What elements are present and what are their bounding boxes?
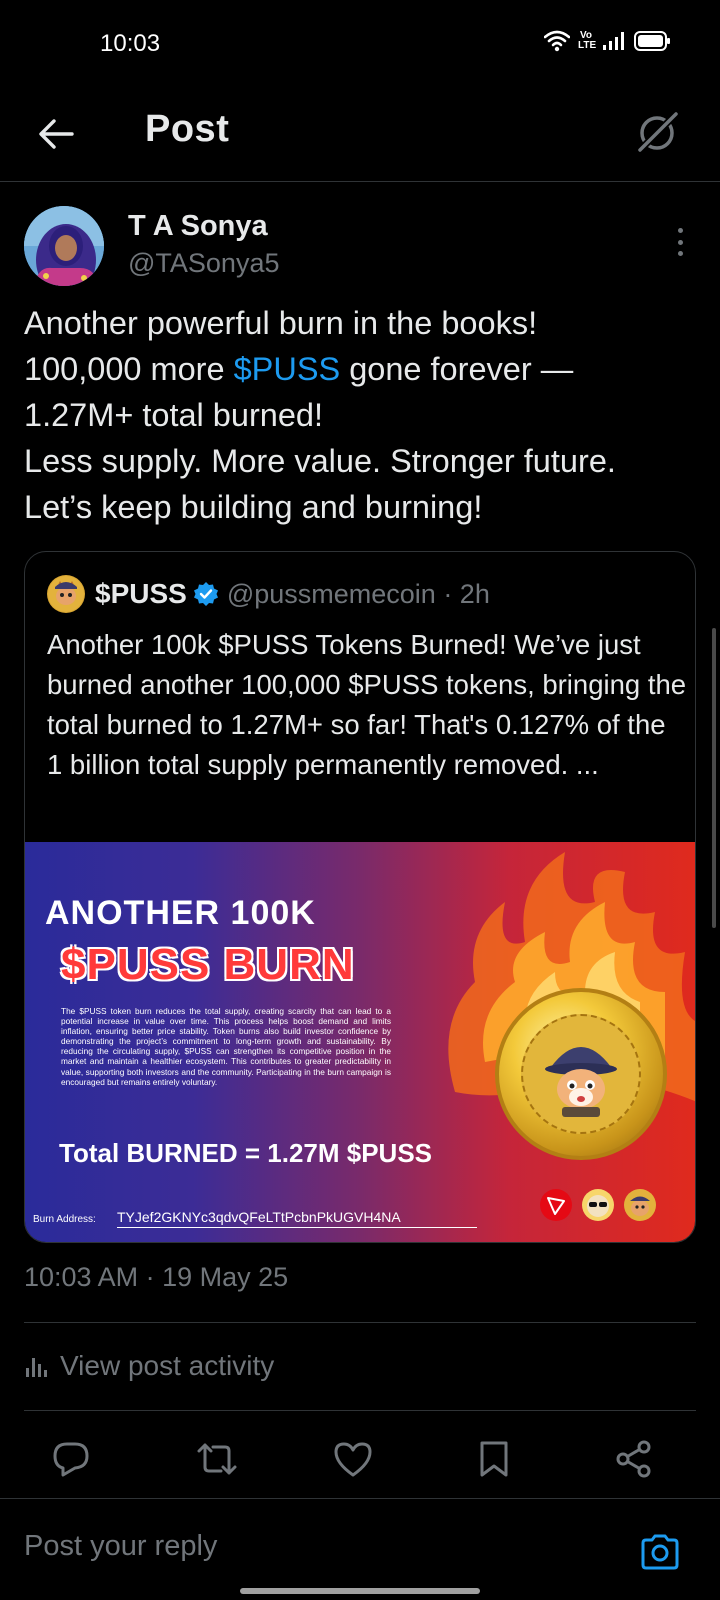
- page-title: Post: [145, 108, 230, 150]
- sunglasses-logo-icon: [582, 1189, 614, 1221]
- divider: [24, 1410, 696, 1411]
- tron-logo-icon: [540, 1189, 572, 1221]
- action-bar: [0, 1435, 720, 1491]
- share-button[interactable]: [610, 1435, 658, 1483]
- more-options-button[interactable]: [668, 224, 692, 260]
- puss-logo-icon: [624, 1189, 656, 1221]
- post-text-line: 1.27M+ total burned!: [24, 397, 324, 433]
- cat-mascot-icon: [545, 1047, 617, 1117]
- banner-address: TYJef2GKNYc3qdvQFeLTtPcbnPkUGVH4NA: [117, 1209, 477, 1228]
- quote-avatar: [47, 575, 85, 613]
- divider: [24, 1322, 696, 1323]
- post-text-line: Let’s keep building and burning!: [24, 489, 483, 525]
- volte-label: Vo LTE: [578, 30, 597, 51]
- cat-avatar-icon: [48, 576, 84, 612]
- banner-total: Total BURNED = 1.27M $PUSS: [59, 1138, 433, 1168]
- author-handle[interactable]: @TASonya5: [128, 248, 279, 279]
- status-bar: 10:03 Vo LTE: [0, 0, 720, 90]
- divider: [0, 1498, 720, 1499]
- post-timestamp: 10:03 AM · 19 May 25: [24, 1262, 289, 1292]
- battery-icon: [634, 31, 670, 51]
- coin-graphic: [495, 988, 667, 1160]
- banner-subtitle: $PUSS BURN: [61, 940, 355, 989]
- reply-button[interactable]: [47, 1435, 95, 1483]
- signal-icon: [603, 32, 624, 50]
- banner-title: ANOTHER 100K: [45, 894, 316, 932]
- wifi-icon: [544, 30, 570, 52]
- like-button[interactable]: [329, 1435, 377, 1483]
- cashtag-link[interactable]: $PUSS: [234, 351, 341, 387]
- quote-handle-time: @pussmemecoin · 2h: [226, 578, 490, 609]
- partner-logos: [539, 1188, 657, 1222]
- post-author: T A Sonya @TASonya5: [24, 206, 696, 290]
- like-icon: [334, 1442, 372, 1477]
- post-text-line: 100,000 more $PUSS gone forever —: [24, 351, 574, 387]
- quote-text: Another 100k $PUSS Tokens Burned! We’ve …: [47, 629, 687, 780]
- author-name[interactable]: T A Sonya: [128, 210, 268, 243]
- camera-icon: [641, 1534, 679, 1570]
- verified-badge-icon: [193, 582, 218, 606]
- back-arrow-icon: [39, 119, 74, 149]
- home-indicator[interactable]: [240, 1588, 480, 1594]
- view-post-activity-link[interactable]: View post activity: [24, 1350, 274, 1382]
- bar-chart-icon: [26, 1358, 47, 1377]
- post-text-line: Another powerful burn in the books!: [24, 305, 538, 341]
- quote-author-name: $PUSS: [95, 578, 187, 609]
- camera-button[interactable]: [636, 1528, 684, 1576]
- status-icons: Vo LTE: [544, 30, 672, 52]
- reply-icon: [53, 1442, 89, 1477]
- grok-button[interactable]: [632, 108, 682, 158]
- repost-button[interactable]: [193, 1435, 241, 1483]
- quote-media-image[interactable]: ANOTHER 100K $PUSS BURN The $PUSS token …: [25, 842, 695, 1242]
- repost-icon: [197, 1443, 237, 1475]
- bookmark-button[interactable]: [470, 1435, 518, 1483]
- scrollbar[interactable]: [712, 628, 716, 928]
- top-app-bar: Post: [0, 90, 720, 182]
- grok-icon: [635, 111, 679, 155]
- back-button[interactable]: [34, 112, 78, 156]
- post-text: Another powerful burn in the books! 100,…: [24, 300, 704, 530]
- quoted-post-header: $PUSS @pussmemecoin · 2h: [47, 574, 490, 614]
- bookmark-icon: [480, 1441, 508, 1477]
- avatar-image: [24, 206, 104, 286]
- status-time: 10:03: [100, 30, 161, 57]
- post-text-line: Less supply. More value. Stronger future…: [24, 443, 616, 479]
- quoted-post[interactable]: $PUSS @pussmemecoin · 2h Another 100k $P…: [24, 551, 696, 1243]
- avatar[interactable]: [24, 206, 104, 286]
- banner-body: The $PUSS token burn reduces the total s…: [61, 1006, 391, 1087]
- banner-address-label: Burn Address:: [33, 1214, 96, 1225]
- reply-input[interactable]: [24, 1530, 584, 1563]
- more-vertical-icon: [677, 228, 683, 233]
- share-icon: [616, 1440, 651, 1478]
- view-post-activity-label: View post activity: [60, 1350, 275, 1381]
